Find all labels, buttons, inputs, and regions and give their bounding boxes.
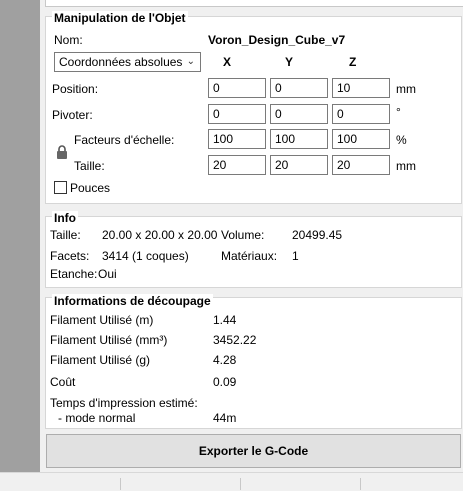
facets-label: Facets: <box>50 249 90 263</box>
scale-unit: % <box>396 133 407 147</box>
filament-m-label: Filament Utilisé (m) <box>50 313 154 327</box>
status-bar <box>0 472 463 491</box>
axis-x-label: X <box>223 55 232 69</box>
scale-label: Facteurs d'échelle: <box>74 133 175 147</box>
inches-label: Pouces <box>70 181 111 195</box>
status-bar-divider <box>240 478 241 490</box>
previous-panel-edge <box>45 0 463 7</box>
left-panel-edge <box>0 0 40 472</box>
position-unit: mm <box>396 82 416 96</box>
position-label: Position: <box>52 82 99 96</box>
info-size-label: Taille: <box>50 228 81 242</box>
volume-value: 20499.45 <box>292 228 343 242</box>
slicing-title: Informations de découpage <box>52 294 213 308</box>
filament-mm3-label: Filament Utilisé (mm³) <box>50 333 168 347</box>
filament-g-value: 4.28 <box>213 353 237 367</box>
slicing-info-group: Informations de découpage Filament Utili… <box>45 294 462 429</box>
filament-g-label: Filament Utilisé (g) <box>50 353 151 367</box>
rotate-x-input[interactable]: 0 <box>208 104 266 124</box>
cost-label: Coût <box>50 375 76 389</box>
inches-checkbox[interactable] <box>54 181 67 194</box>
lock-icon[interactable] <box>56 145 68 159</box>
print-time-label: Temps d'impression estimé: <box>50 396 198 410</box>
manifold-value: Oui <box>98 267 117 281</box>
scale-z-input[interactable]: 100 <box>332 129 390 149</box>
rotate-label: Pivoter: <box>52 108 93 122</box>
cost-value: 0.09 <box>213 375 237 389</box>
status-bar-divider <box>120 478 121 490</box>
manipulation-title: Manipulation de l'Objet <box>52 11 188 25</box>
status-bar-divider <box>360 478 361 490</box>
position-y-input[interactable]: 0 <box>270 78 328 98</box>
materials-value: 1 <box>292 249 299 263</box>
size-z-input[interactable]: 20 <box>332 155 390 175</box>
info-size-value: 20.00 x 20.00 x 20.00 <box>102 228 218 242</box>
rotate-z-input[interactable]: 0 <box>332 104 390 124</box>
size-y-input[interactable]: 20 <box>270 155 328 175</box>
size-unit: mm <box>396 159 416 173</box>
filament-m-value: 1.44 <box>213 313 237 327</box>
rotate-unit: ° <box>396 105 401 119</box>
volume-label: Volume: <box>221 228 265 242</box>
size-x-input[interactable]: 20 <box>208 155 266 175</box>
filament-mm3-value: 3452.22 <box>213 333 257 347</box>
axis-y-label: Y <box>285 55 294 69</box>
object-name: Voron_Design_Cube_v7 <box>208 33 346 47</box>
scale-x-input[interactable]: 100 <box>208 129 266 149</box>
facets-value: 3414 (1 coques) <box>102 249 189 263</box>
info-group: Info Taille: 20.00 x 20.00 x 20.00 Volum… <box>45 211 462 288</box>
object-manipulation-group: Manipulation de l'Objet Nom: Voron_Desig… <box>45 11 462 204</box>
name-label: Nom: <box>54 33 83 47</box>
manifold-label: Etanche: <box>50 267 98 281</box>
coordinate-system-select[interactable]: Coordonnées absolues ⌄ <box>54 52 201 72</box>
position-z-input[interactable]: 10 <box>332 78 390 98</box>
coordinate-system-value: Coordonnées absolues <box>59 55 183 69</box>
axis-z-label: Z <box>349 55 357 69</box>
export-gcode-button[interactable]: Exporter le G-Code <box>46 434 461 468</box>
size-label: Taille: <box>74 159 105 173</box>
info-title: Info <box>52 211 78 225</box>
chevron-down-icon: ⌄ <box>186 56 195 67</box>
scale-y-input[interactable]: 100 <box>270 129 328 149</box>
position-x-input[interactable]: 0 <box>208 78 266 98</box>
materials-label: Matériaux: <box>221 249 278 263</box>
rotate-y-input[interactable]: 0 <box>270 104 328 124</box>
mode-value: 44m <box>213 411 237 425</box>
mode-label: - mode normal <box>58 411 136 425</box>
